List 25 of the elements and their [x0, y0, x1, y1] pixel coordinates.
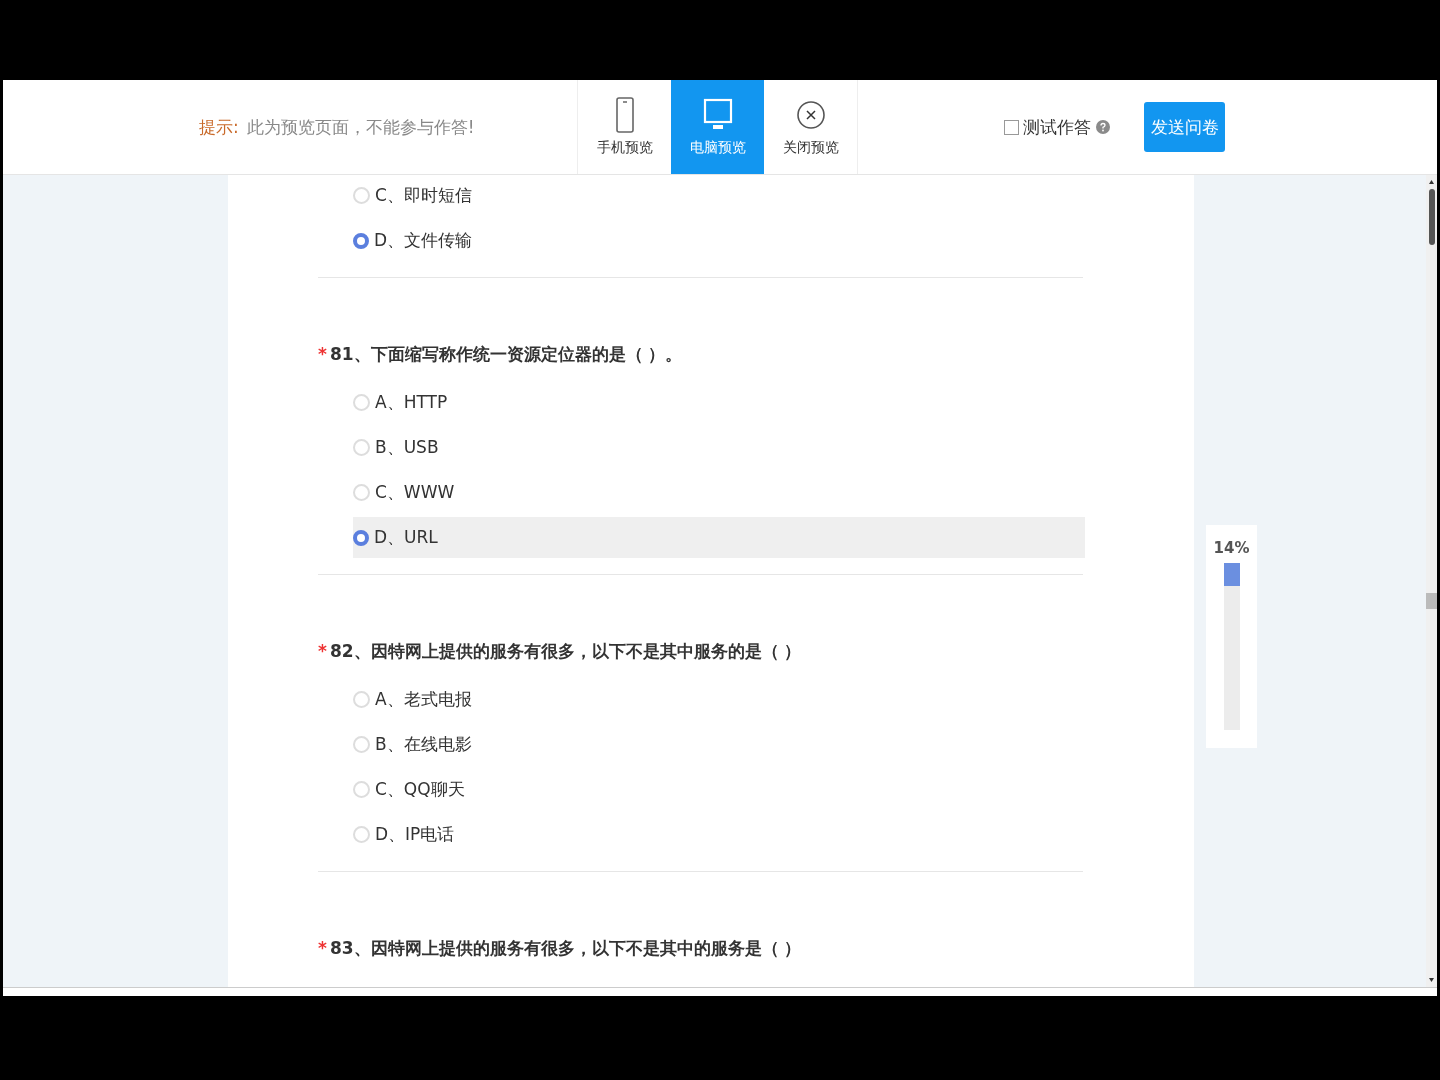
- answer-option[interactable]: D、文件传输: [353, 220, 1085, 261]
- answer-option[interactable]: A、老式电报: [353, 679, 1085, 720]
- answer-option[interactable]: D、URL: [353, 517, 1085, 558]
- question-title: 82、因特网上提供的服务有很多，以下不是其中服务的是（ ）: [329, 639, 802, 663]
- required-mark: *: [318, 641, 327, 661]
- answer-option[interactable]: C、QQ聊天: [353, 769, 1085, 810]
- required-mark: *: [318, 938, 327, 958]
- answer-option[interactable]: B、在线电影: [353, 724, 1085, 765]
- radio-button[interactable]: [353, 232, 369, 249]
- phone-icon: [613, 97, 636, 133]
- answer-option[interactable]: B、USB: [353, 427, 1085, 468]
- answer-option[interactable]: C、即时短信: [353, 175, 1085, 216]
- scrollbar-drawing[interactable]: [1426, 175, 1437, 987]
- test-answer-checkbox[interactable]: 测试作答: [1004, 115, 1091, 139]
- required-mark: *: [318, 344, 327, 364]
- answer-option[interactable]: A、HTTP: [353, 382, 1085, 423]
- help-icon[interactable]: [1096, 120, 1110, 134]
- radio-button[interactable]: [353, 529, 369, 546]
- hint-label: 提示:: [199, 116, 239, 137]
- question-title: 83、因特网上提供的服务有很多，以下不是其中的服务是（ ）: [329, 936, 802, 960]
- answer-option[interactable]: C、WWW: [353, 472, 1085, 513]
- answer-option[interactable]: D、IP电话: [353, 814, 1085, 855]
- question-title: 81、下面缩写称作统一资源定位器的是（ ）。: [329, 342, 683, 366]
- progress-percent: 14%: [1213, 539, 1250, 557]
- hint-text: 此为预览页面，不能参与作答!: [246, 116, 475, 137]
